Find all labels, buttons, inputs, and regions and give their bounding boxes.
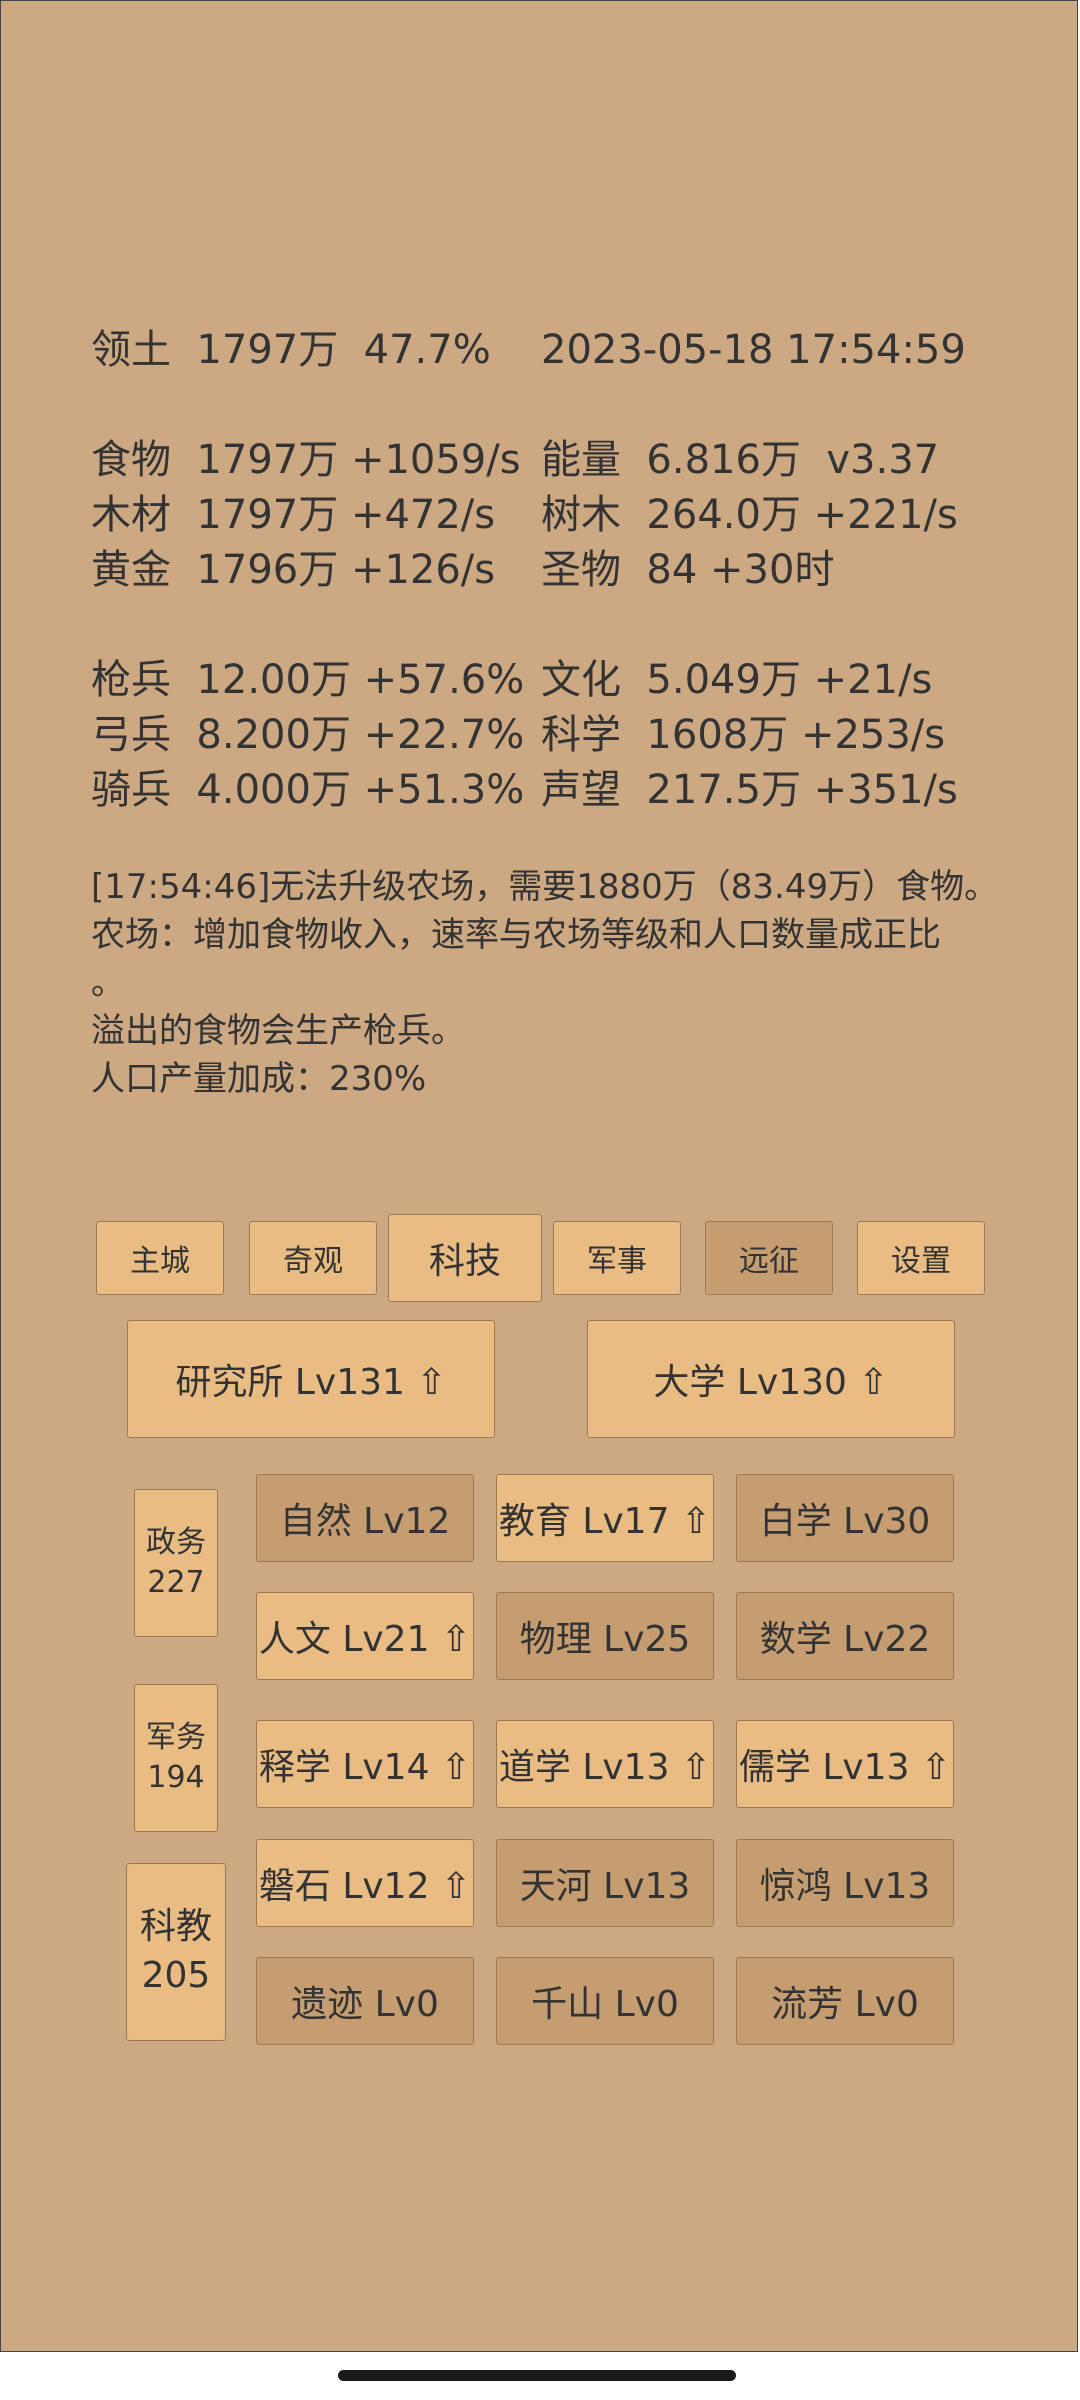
game-screen: 领土 1797万 47.7% 2023-05-18 17:54:59 食物 17… [0,0,1078,2352]
message-line: [17:54:46]无法升级农场，需要1880万（83.49万）食物。 [91,867,999,907]
tech-yiji[interactable]: 遗迹 Lv0 [256,1957,474,2045]
datetime: 2023-05-18 17:54:59 [541,327,966,373]
tab-wonders[interactable]: 奇观 [249,1221,377,1295]
tech-baixue[interactable]: 白学 Lv30 [736,1474,954,1562]
stat-archers: 弓兵 8.200万 +22.7% [91,712,525,758]
tech-liufang[interactable]: 流芳 Lv0 [736,1957,954,2045]
territory-stat: 领土 1797万 47.7% [91,327,491,373]
category-science-education[interactable]: 科教 205 [126,1863,226,2041]
tech-mathematics[interactable]: 数学 Lv22 [736,1592,954,1680]
tech-jinghong[interactable]: 惊鸿 Lv13 [736,1839,954,1927]
tab-main-city[interactable]: 主城 [96,1221,224,1295]
tab-military[interactable]: 军事 [553,1221,681,1295]
message-line: 农场：增加食物收入，速率与农场等级和人口数量成正比 [91,915,941,955]
tech-qianshan[interactable]: 千山 Lv0 [496,1957,714,2045]
tech-nature[interactable]: 自然 Lv12 [256,1474,474,1562]
category-military-affairs[interactable]: 军务 194 [134,1684,218,1832]
tech-taoism[interactable]: 道学 Lv13 ⇧ [496,1720,714,1808]
tech-buddhism[interactable]: 释学 Lv14 ⇧ [256,1720,474,1808]
stat-food: 食物 1797万 +1059/s [91,437,521,483]
stat-relics: 圣物 84 +30时 [541,547,835,593]
tech-education[interactable]: 教育 Lv17 ⇧ [496,1474,714,1562]
stat-science: 科学 1608万 +253/s [541,712,946,758]
stat-cavalry: 骑兵 4.000万 +51.3% [91,767,525,813]
tech-confucianism[interactable]: 儒学 Lv13 ⇧ [736,1720,954,1808]
category-government[interactable]: 政务 227 [134,1489,218,1637]
tech-panshi[interactable]: 磐石 Lv12 ⇧ [256,1839,474,1927]
tab-settings[interactable]: 设置 [857,1221,985,1295]
stat-gold: 黄金 1796万 +126/s [91,547,496,593]
message-line: 人口产量加成：230% [91,1059,427,1099]
stat-prestige: 声望 217.5万 +351/s [541,767,958,813]
tech-physics[interactable]: 物理 Lv25 [496,1592,714,1680]
stat-wood: 木材 1797万 +472/s [91,492,496,538]
research-institute-button[interactable]: 研究所 Lv131 ⇧ [127,1320,495,1438]
stat-culture: 文化 5.049万 +21/s [541,657,933,703]
tech-humanities[interactable]: 人文 Lv21 ⇧ [256,1592,474,1680]
message-line: 。 [91,963,125,1003]
stat-trees: 树木 264.0万 +221/s [541,492,958,538]
message-line: 溢出的食物会生产枪兵。 [91,1011,465,1051]
tech-tianhe[interactable]: 天河 Lv13 [496,1839,714,1927]
stat-spearmen: 枪兵 12.00万 +57.6% [91,657,525,703]
tab-technology[interactable]: 科技 [388,1214,542,1302]
university-button[interactable]: 大学 Lv130 ⇧ [587,1320,955,1438]
stat-energy: 能量 6.816万 v3.37 [541,437,940,483]
tab-expedition[interactable]: 远征 [705,1221,833,1295]
home-indicator[interactable] [338,2370,736,2381]
